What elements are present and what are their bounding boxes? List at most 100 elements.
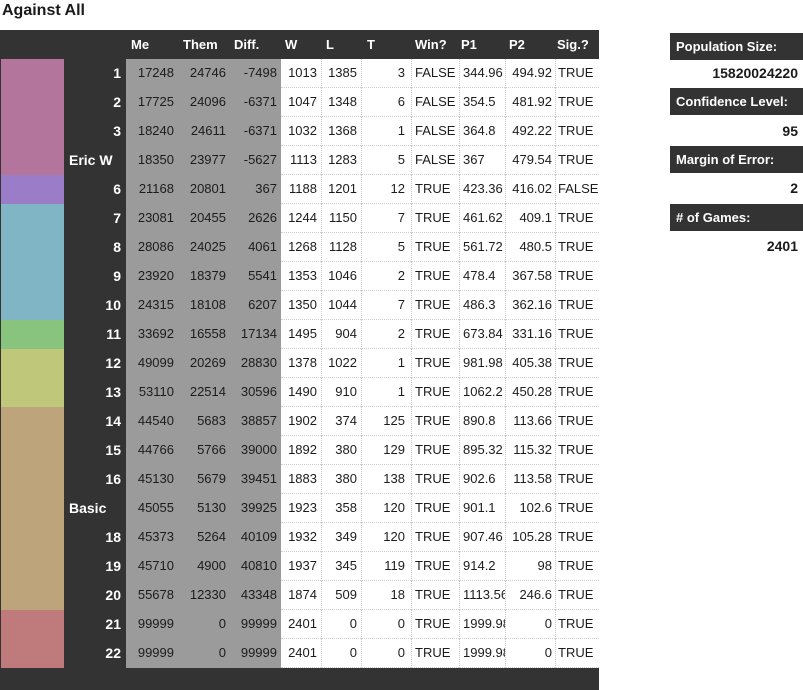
cell-p2[interactable]: 480.5 [509,233,552,262]
cell-me[interactable]: 45130 [128,465,174,494]
cell-l[interactable]: 904 [321,320,357,349]
cell-them[interactable]: 22514 [176,378,226,407]
col-header-w[interactable]: W [285,30,297,59]
cell-l[interactable]: 349 [321,523,357,552]
cell-sig[interactable]: TRUE [558,117,598,146]
cell-p2[interactable]: 115.32 [509,436,552,465]
cell-p2[interactable]: 105.28 [509,523,552,552]
cell-win[interactable]: FALSE [415,117,459,146]
cell-p1[interactable]: 673.84 [463,320,505,349]
cell-sig[interactable]: TRUE [558,320,598,349]
cell-l[interactable]: 1201 [321,175,357,204]
cell-p2[interactable]: 492.22 [509,117,552,146]
cell-t[interactable]: 3 [361,59,405,88]
cell-them[interactable]: 20801 [176,175,226,204]
row-label[interactable]: 11 [64,320,126,349]
cell-w[interactable]: 1268 [283,233,317,262]
cell-me[interactable]: 18350 [128,146,174,175]
col-header-diff[interactable]: Diff. [234,30,259,59]
cell-t[interactable]: 6 [361,88,405,117]
cell-me[interactable]: 44766 [128,436,174,465]
col-header-sig[interactable]: Sig.? [557,30,589,59]
cell-diff[interactable]: 367 [228,175,277,204]
cell-p1[interactable]: 895.32 [463,436,505,465]
cell-l[interactable]: 509 [321,581,357,610]
margin-of-error-value[interactable]: 2 [670,175,798,201]
cell-me[interactable]: 23920 [128,262,174,291]
cell-t[interactable]: 0 [361,610,405,639]
row-label[interactable]: 7 [64,204,126,233]
cell-win[interactable]: TRUE [415,291,459,320]
cell-them[interactable]: 18108 [176,291,226,320]
cell-p2[interactable]: 450.28 [509,378,552,407]
cell-t[interactable]: 5 [361,146,405,175]
cell-p1[interactable]: 364.8 [463,117,505,146]
cell-them[interactable]: 4900 [176,552,226,581]
cell-t[interactable]: 2 [361,320,405,349]
cell-them[interactable]: 5679 [176,465,226,494]
cell-diff[interactable]: -6371 [228,117,277,146]
col-header-win[interactable]: Win? [415,30,447,59]
cell-diff[interactable]: 39000 [228,436,277,465]
cell-p2[interactable]: 98 [509,552,552,581]
cell-p1[interactable]: 461.62 [463,204,505,233]
cell-sig[interactable]: TRUE [558,204,598,233]
col-header-me[interactable]: Me [131,30,149,59]
cell-sig[interactable]: TRUE [558,262,598,291]
cell-me[interactable]: 53110 [128,378,174,407]
cell-p1[interactable]: 423.36 [463,175,505,204]
cell-diff[interactable]: 38857 [228,407,277,436]
cell-l[interactable]: 1022 [321,349,357,378]
cell-w[interactable]: 1188 [283,175,317,204]
cell-me[interactable]: 21168 [128,175,174,204]
row-label[interactable]: 1 [64,59,126,88]
cell-p2[interactable]: 246.6 [509,581,552,610]
cell-w[interactable]: 1932 [283,523,317,552]
col-header-them[interactable]: Them [183,30,218,59]
row-label[interactable]: 21 [64,610,126,639]
cell-p1[interactable]: 561.72 [463,233,505,262]
cell-diff[interactable]: 40810 [228,552,277,581]
cell-sig[interactable]: TRUE [558,552,598,581]
cell-win[interactable]: TRUE [415,320,459,349]
cell-l[interactable]: 374 [321,407,357,436]
cell-them[interactable]: 23977 [176,146,226,175]
cell-w[interactable]: 2401 [283,639,317,668]
cell-sig[interactable]: TRUE [558,494,598,523]
cell-win[interactable]: TRUE [415,523,459,552]
cell-l[interactable]: 1044 [321,291,357,320]
cell-them[interactable]: 5264 [176,523,226,552]
cell-p2[interactable]: 0 [509,610,552,639]
cell-win[interactable]: TRUE [415,349,459,378]
cell-sig[interactable]: TRUE [558,639,598,668]
row-label[interactable]: 13 [64,378,126,407]
cell-t[interactable]: 5 [361,233,405,262]
cell-them[interactable]: 24025 [176,233,226,262]
cell-w[interactable]: 1047 [283,88,317,117]
cell-t[interactable]: 1 [361,349,405,378]
cell-win[interactable]: TRUE [415,465,459,494]
cell-p1[interactable]: 901.1 [463,494,505,523]
cell-them[interactable]: 0 [176,639,226,668]
cell-t[interactable]: 120 [361,494,405,523]
cell-sig[interactable]: TRUE [558,465,598,494]
cell-me[interactable]: 18240 [128,117,174,146]
cell-me[interactable]: 45373 [128,523,174,552]
row-label[interactable]: 22 [64,639,126,668]
cell-win[interactable]: FALSE [415,88,459,117]
cell-p2[interactable]: 102.6 [509,494,552,523]
cell-w[interactable]: 1032 [283,117,317,146]
cell-sig[interactable]: TRUE [558,436,598,465]
cell-p2[interactable]: 479.54 [509,146,552,175]
cell-l[interactable]: 345 [321,552,357,581]
cell-them[interactable]: 20269 [176,349,226,378]
cell-t[interactable]: 0 [361,639,405,668]
cell-diff[interactable]: 5541 [228,262,277,291]
cell-win[interactable]: TRUE [415,233,459,262]
cell-diff[interactable]: 40109 [228,523,277,552]
cell-l[interactable]: 0 [321,639,357,668]
cell-them[interactable]: 5130 [176,494,226,523]
cell-win[interactable]: TRUE [415,204,459,233]
cell-them[interactable]: 20455 [176,204,226,233]
cell-diff[interactable]: 6207 [228,291,277,320]
